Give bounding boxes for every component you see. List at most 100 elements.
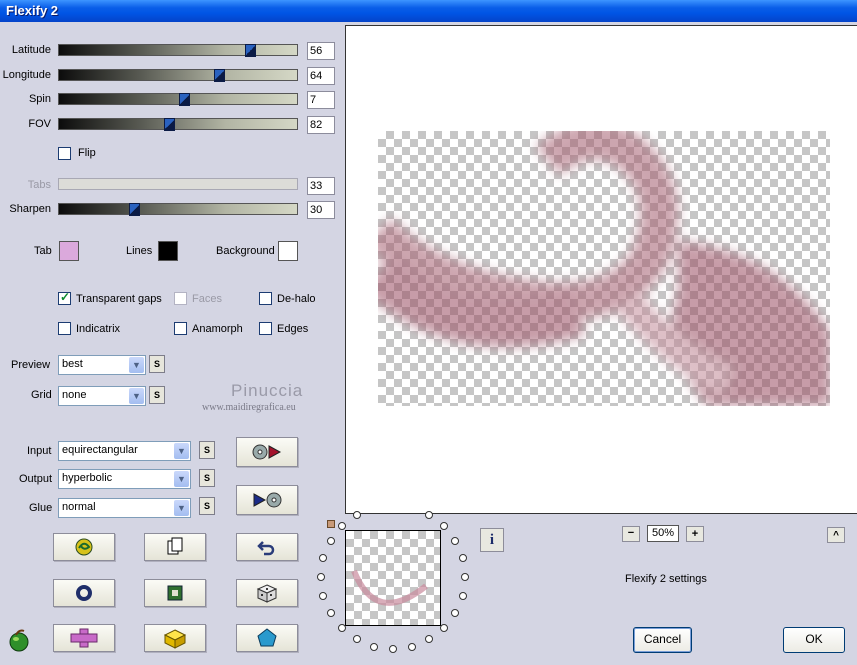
shield-swirl-icon [75, 538, 93, 556]
chevron-down-icon[interactable]: ▼ [129, 357, 144, 373]
dial-dot[interactable] [461, 573, 469, 581]
chevron-down-icon[interactable]: ▼ [174, 443, 189, 459]
randomize-button[interactable] [53, 533, 115, 561]
fov-slider[interactable] [58, 118, 298, 131]
cross-button[interactable] [53, 624, 115, 652]
flip-label: Flip [78, 147, 96, 159]
dial-dot[interactable] [439, 522, 448, 531]
dial-dot[interactable] [326, 609, 335, 617]
slider-thumb[interactable] [128, 203, 140, 216]
disc-to-arrow-icon [252, 444, 282, 460]
ok-button[interactable]: OK [783, 627, 845, 653]
settings-label: Flexify 2 settings [625, 573, 707, 585]
ring-icon [76, 585, 92, 601]
sharpen-slider[interactable] [58, 203, 298, 216]
slider-thumb[interactable] [214, 69, 226, 82]
dial-dot[interactable] [338, 623, 347, 632]
chevron-down-icon[interactable]: ▼ [129, 388, 144, 404]
dial-dot[interactable] [451, 537, 460, 545]
grid-select-value: none [62, 389, 87, 401]
sharpen-label: Sharpen [9, 203, 51, 215]
dial-dot[interactable] [425, 635, 433, 644]
dial-dot[interactable] [425, 510, 433, 519]
dial-dot[interactable] [326, 537, 335, 545]
chevron-down-icon[interactable]: ▼ [174, 471, 189, 487]
frame-button[interactable] [144, 579, 206, 607]
tabs-slider [58, 178, 298, 190]
longitude-slider[interactable] [58, 69, 298, 82]
random-dice-button[interactable] [236, 579, 298, 607]
dial-dot[interactable] [439, 623, 448, 632]
green-frame-icon [167, 585, 183, 601]
background-color-swatch[interactable] [278, 241, 298, 261]
preview-s-button[interactable]: S [149, 355, 165, 373]
navigator-handle[interactable] [327, 520, 335, 528]
input-select-label: Input [27, 445, 52, 457]
longitude-label: Longitude [2, 69, 51, 81]
dial-dot[interactable] [407, 642, 416, 651]
load-preset-button[interactable] [236, 437, 298, 467]
anamorph-checkbox[interactable] [174, 322, 187, 335]
flip-checkbox[interactable] [58, 147, 71, 160]
dial-dot[interactable] [451, 609, 460, 617]
slider-thumb[interactable] [164, 118, 176, 131]
de-halo-checkbox[interactable] [259, 292, 272, 305]
dial-dot[interactable] [338, 522, 347, 531]
latitude-slider[interactable] [58, 44, 298, 57]
indicatrix-checkbox[interactable] [58, 322, 71, 335]
title-bar: Flexify 2 [0, 0, 857, 22]
zoom-in-button[interactable]: + [686, 526, 704, 542]
output-s-button[interactable]: S [199, 469, 215, 487]
slider-thumb[interactable] [178, 93, 190, 106]
preview-canvas[interactable] [345, 25, 857, 514]
lines-color-swatch[interactable] [158, 241, 178, 261]
longitude-value[interactable]: 64 [307, 67, 335, 85]
glue-s-button[interactable]: S [199, 497, 215, 515]
input-s-button[interactable]: S [199, 441, 215, 459]
dial-dot[interactable] [353, 510, 361, 519]
navigator-thumbnail[interactable] [345, 530, 441, 626]
dial-dot[interactable] [317, 573, 325, 581]
dial-dot[interactable] [458, 591, 467, 600]
sharpen-value[interactable]: 30 [307, 201, 335, 219]
dial-dot[interactable] [458, 554, 467, 563]
tab-color-swatch[interactable] [59, 241, 79, 261]
ring-button[interactable] [53, 579, 115, 607]
preview-select[interactable]: best ▼ [58, 355, 146, 375]
output-select-value: hyperbolic [62, 472, 113, 484]
glue-select[interactable]: normal ▼ [58, 498, 191, 518]
spin-value[interactable]: 7 [307, 91, 335, 109]
pentagon-button[interactable] [236, 624, 298, 652]
copy-button[interactable] [144, 533, 206, 561]
dial-dot[interactable] [353, 635, 361, 644]
dial-dot[interactable] [370, 642, 379, 651]
watermark-site: www.maidiregrafica.eu [202, 402, 296, 413]
cube-button[interactable] [144, 624, 206, 652]
preview-select-label: Preview [11, 359, 51, 371]
chevron-down-icon[interactable]: ▼ [174, 500, 189, 516]
cancel-button[interactable]: Cancel [633, 627, 692, 653]
transparent-gaps-checkbox[interactable]: ✓ [58, 290, 71, 305]
save-preset-button[interactable] [236, 485, 298, 515]
zoom-out-button[interactable]: − [622, 526, 640, 542]
latitude-value[interactable]: 56 [307, 42, 335, 60]
latitude-label: Latitude [11, 44, 51, 56]
undo-button[interactable] [236, 533, 298, 561]
check-icon: ✓ [60, 290, 71, 304]
dial-dot[interactable] [389, 645, 397, 653]
input-select[interactable]: equirectangular ▼ [58, 441, 191, 461]
output-select[interactable]: hyperbolic ▼ [58, 469, 191, 489]
fov-label: FOV [28, 118, 51, 130]
watermark-name: Pinuccia [231, 381, 304, 400]
spin-slider[interactable] [58, 93, 298, 106]
grid-select[interactable]: none ▼ [58, 386, 146, 406]
glue-select-label: Glue [29, 502, 53, 514]
tabs-label: Tabs [27, 179, 51, 191]
grid-s-button[interactable]: S [149, 386, 165, 404]
edges-checkbox[interactable] [259, 322, 272, 335]
expand-up-button[interactable]: ^ [827, 527, 845, 543]
preview-image [378, 131, 830, 406]
fov-value[interactable]: 82 [307, 116, 335, 134]
slider-thumb[interactable] [245, 44, 257, 57]
info-button[interactable]: i [480, 528, 504, 552]
